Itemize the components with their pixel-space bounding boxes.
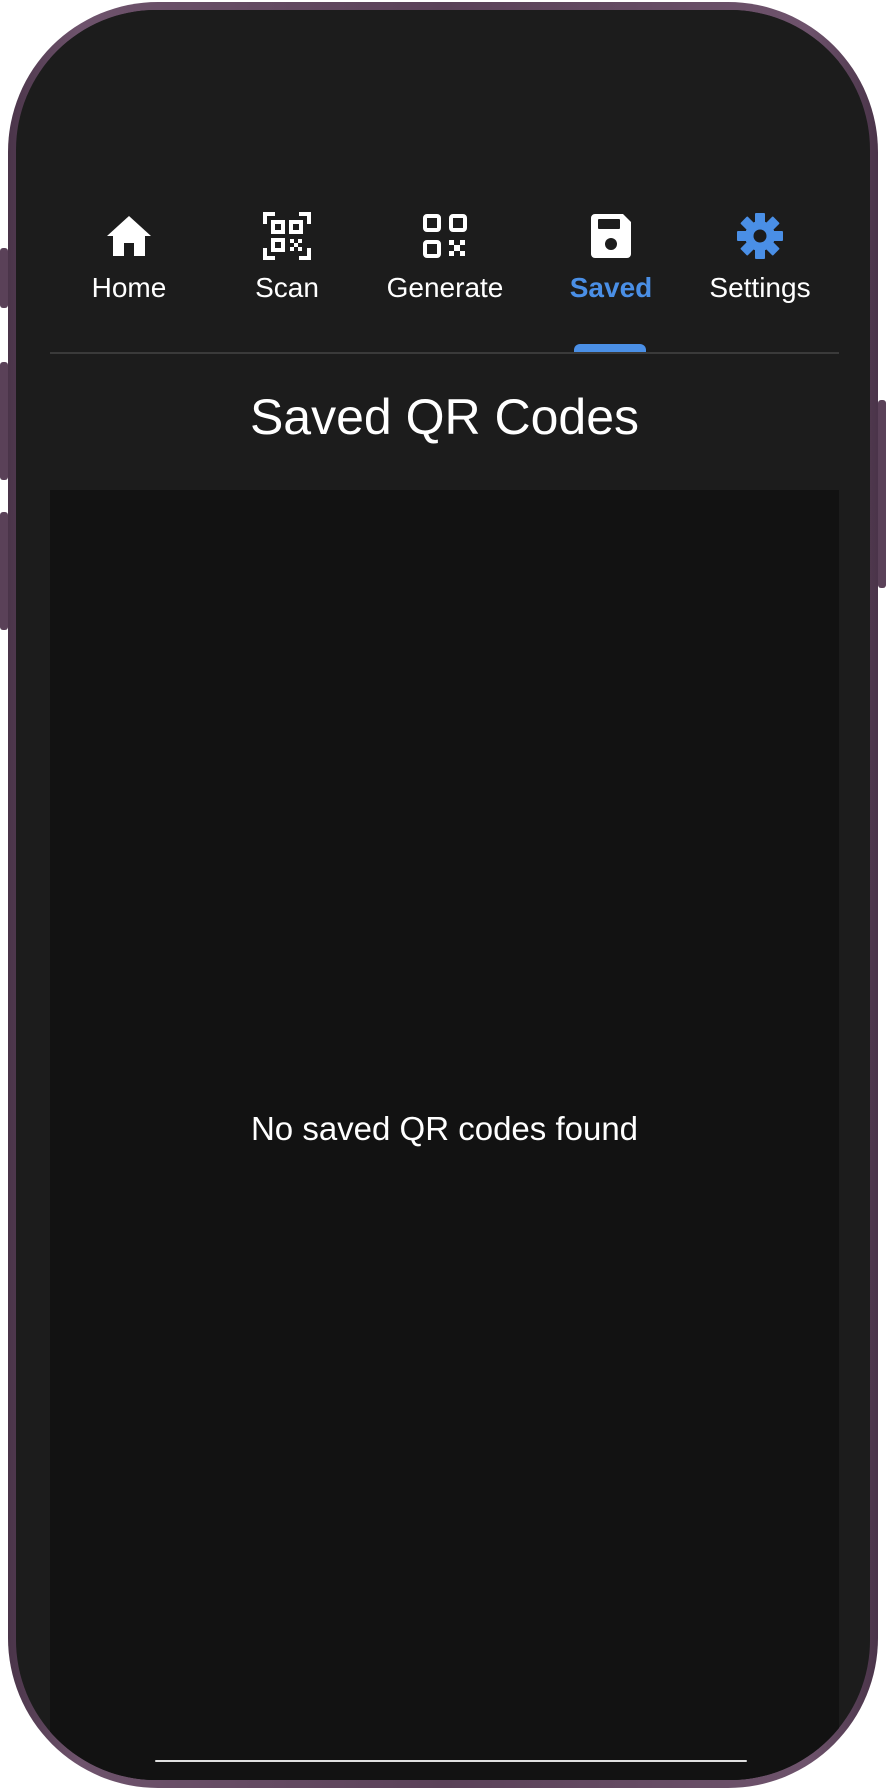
tab-scan-label: Scan xyxy=(255,272,319,303)
qr-code-icon xyxy=(423,214,467,258)
mute-switch xyxy=(0,248,8,308)
device-bezel: Home Scan Generate Saved Settings Saved … xyxy=(16,10,870,1780)
power-button xyxy=(878,400,886,588)
home-icon xyxy=(107,216,151,256)
home-indicator[interactable] xyxy=(155,1760,747,1762)
tab-generate[interactable]: Generate xyxy=(366,200,524,344)
gear-icon xyxy=(737,213,783,259)
volume-down-button xyxy=(0,512,8,630)
tab-generate-label: Generate xyxy=(386,272,504,303)
device-frame: Home Scan Generate Saved Settings Saved … xyxy=(0,2,886,1788)
save-icon xyxy=(591,214,631,258)
saved-codes-list: No saved QR codes found xyxy=(50,490,839,1780)
qr-scan-icon xyxy=(263,212,311,260)
tab-home[interactable]: Home xyxy=(50,200,208,344)
tab-settings[interactable]: Settings xyxy=(681,200,839,344)
tab-home-label: Home xyxy=(91,272,167,303)
app-screen: Home Scan Generate Saved Settings Saved … xyxy=(50,10,839,1780)
empty-state-message: No saved QR codes found xyxy=(250,1110,639,1147)
tab-scan[interactable]: Scan xyxy=(208,200,366,344)
tab-saved[interactable]: Saved xyxy=(532,200,690,344)
tab-saved-label: Saved xyxy=(569,272,653,303)
tab-settings-label: Settings xyxy=(709,272,811,303)
tab-bar: Home Scan Generate Saved Settings xyxy=(50,200,839,354)
page-title: Saved QR Codes xyxy=(249,389,640,445)
tab-divider xyxy=(50,352,839,354)
volume-up-button xyxy=(0,362,8,480)
